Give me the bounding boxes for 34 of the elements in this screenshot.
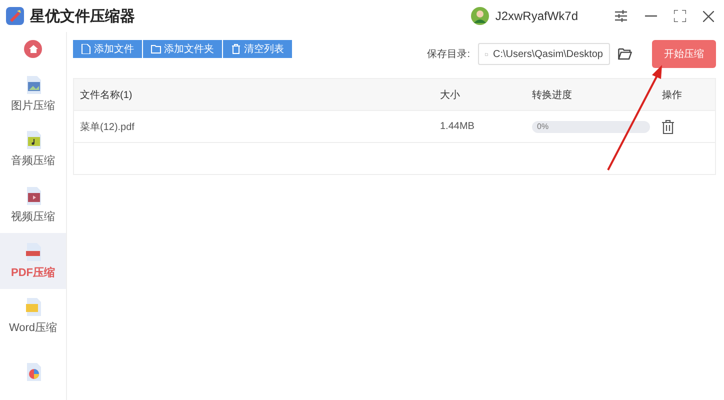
sidebar-item[interactable]: Word压缩 [0,288,66,344]
chart-file-icon [24,363,42,382]
column-header: 文件名称(1) [79,88,134,102]
image-file-icon [24,76,42,94]
path-field[interactable]: C:\Users\Qasim\Desktop [478,43,610,65]
app-logo-icon [6,7,24,25]
close-icon[interactable] [703,10,714,22]
file-icon [81,44,91,54]
folder-icon [151,44,161,54]
progress-text: 0% [536,122,549,131]
column-header: 转换进度 [531,88,573,102]
home-button[interactable] [24,40,42,58]
pdf-file-icon [24,242,42,261]
video-file-icon [24,187,42,206]
settings-icon[interactable] [614,10,628,22]
column-header: 操作 [661,88,683,102]
table-cell-text: 1.44MB [439,121,476,132]
sidebar-item[interactable]: 音频压缩 [0,122,66,178]
trash-icon [231,44,241,54]
open-folder-icon[interactable] [618,48,632,60]
table-cell-text: 菜单(12).pdf [79,120,136,134]
avatar-icon [471,7,490,25]
delete-icon[interactable] [662,120,674,134]
column-header: 大小 [439,88,461,102]
username: J2xwRyafWk7d [495,9,578,23]
window-title: 星优文件压缩器 [30,6,135,26]
word-file-icon [24,298,42,316]
home-icon [28,45,38,54]
fullscreen-icon[interactable] [674,10,686,22]
minimize-icon[interactable] [645,15,657,17]
audio-file-icon [24,131,42,150]
save-directory-label: 保存目录: [427,48,470,61]
sidebar-item[interactable]: 视频压缩 [0,178,66,234]
sidebar-item[interactable]: 图片压缩 [0,66,66,122]
